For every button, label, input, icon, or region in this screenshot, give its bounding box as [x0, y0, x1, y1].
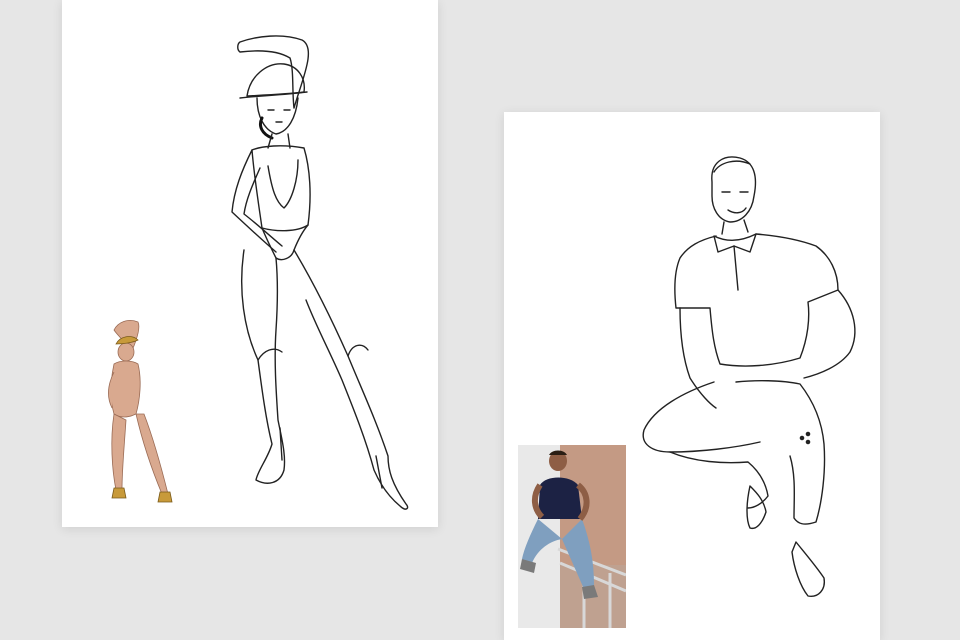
sketch-card-left [62, 0, 438, 527]
sketch-card-right [504, 112, 880, 640]
shirt [674, 233, 839, 367]
left-thigh [642, 381, 761, 453]
shoe-right [791, 541, 825, 597]
male-model-reference-photo [518, 445, 626, 628]
female-model-reference-photo [108, 320, 173, 503]
